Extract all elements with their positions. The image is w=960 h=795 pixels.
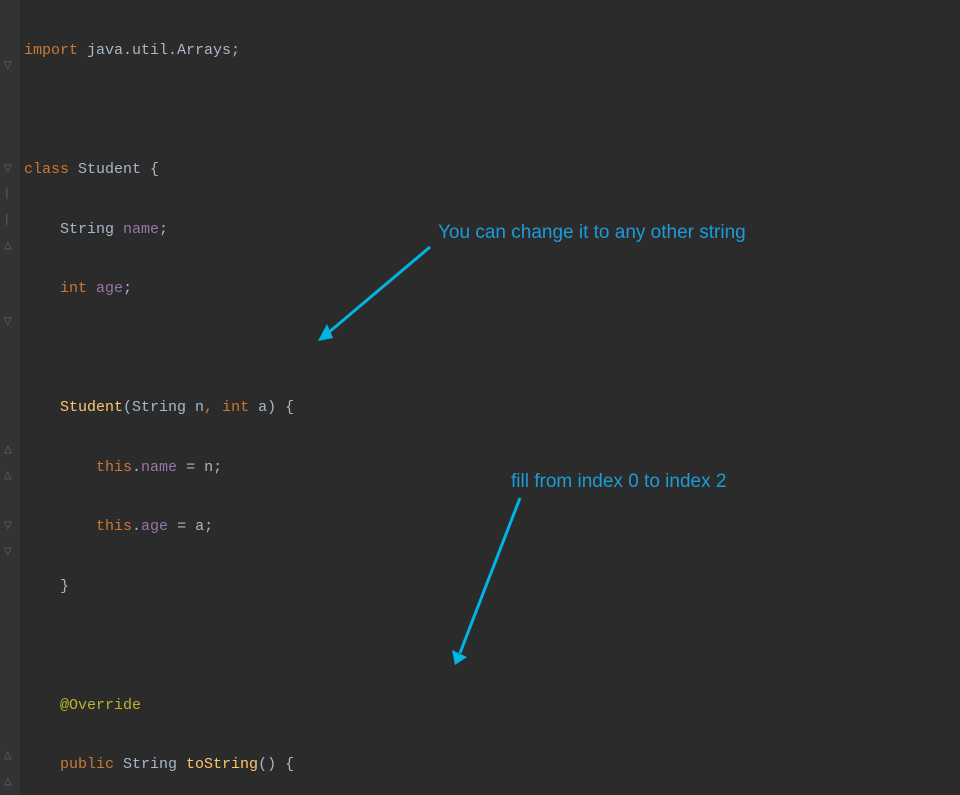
fold-bar-icon: │ — [4, 190, 10, 200]
code-lines[interactable]: import java.util.Arrays; class Student {… — [24, 4, 712, 795]
fold-close-icon[interactable]: △ — [4, 778, 12, 788]
fold-close-icon[interactable]: △ — [4, 446, 12, 456]
fold-close-icon[interactable]: △ — [4, 472, 12, 482]
fold-open-icon[interactable]: ▽ — [4, 522, 12, 532]
fold-open-icon[interactable]: ▽ — [4, 165, 12, 175]
code-line[interactable]: class Student { — [24, 157, 712, 183]
code-line[interactable] — [24, 336, 712, 362]
code-line[interactable]: public String toString() { — [24, 752, 712, 778]
code-editor[interactable]: ▽ ▽ │ │ △ ▽ △ △ ▽ ▽ △ △ import java.util… — [0, 0, 960, 795]
code-line[interactable]: @Override — [24, 693, 712, 719]
fold-close-icon[interactable]: △ — [4, 752, 12, 762]
code-line[interactable] — [24, 633, 712, 659]
fold-bar-icon: │ — [4, 216, 10, 226]
code-line[interactable]: Student(String n, int a) { — [24, 395, 712, 421]
fold-close-icon[interactable]: △ — [4, 242, 12, 252]
code-line[interactable]: int age; — [24, 276, 712, 302]
annotation-label: fill from index 0 to index 2 — [511, 471, 726, 493]
code-line[interactable]: } — [24, 574, 712, 600]
fold-open-icon[interactable]: ▽ — [4, 548, 12, 558]
code-line[interactable]: this.age = a; — [24, 514, 712, 540]
gutter: ▽ ▽ │ │ △ ▽ △ △ ▽ ▽ △ △ — [0, 0, 20, 795]
annotation-label: You can change it to any other string — [438, 222, 746, 244]
code-line[interactable] — [24, 98, 712, 124]
fold-open-icon[interactable]: ▽ — [4, 62, 12, 72]
fold-open-icon[interactable]: ▽ — [4, 318, 12, 328]
code-line[interactable]: import java.util.Arrays; — [24, 38, 712, 64]
